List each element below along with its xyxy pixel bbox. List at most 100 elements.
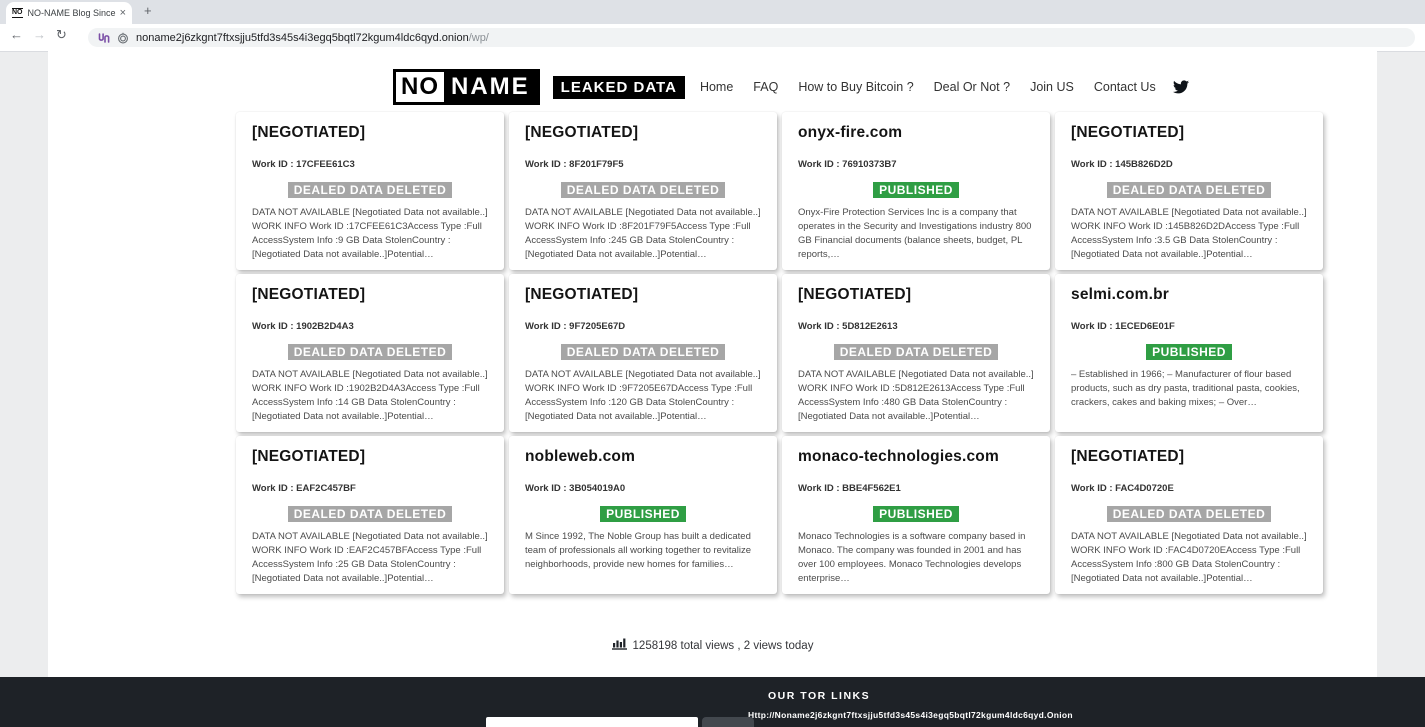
main-nav: Home FAQ How to Buy Bitcoin ? Deal Or No…	[700, 80, 1156, 94]
address-bar[interactable]: noname2j6zkgnt7ftxsjju5tfd3s45s4i3egq5bq…	[88, 28, 1415, 47]
logo-name: NAME	[444, 72, 537, 102]
nav-item-home[interactable]: Home	[700, 80, 733, 94]
status-badge-row: DEALED DATA DELETED	[252, 505, 488, 523]
card-work-id: Work ID : 145B826D2D	[1071, 159, 1307, 170]
status-badge: DEALED DATA DELETED	[288, 182, 453, 198]
status-badge-row: PUBLISHED	[525, 505, 761, 523]
status-badge-row: PUBLISHED	[798, 505, 1034, 523]
twitter-icon[interactable]	[1173, 80, 1189, 94]
forward-icon[interactable]: →	[33, 27, 46, 42]
card-excerpt: Monaco Technologies is a software compan…	[798, 530, 1034, 586]
site-footer: OUR TOR LINKS Http://Noname2j6zkgnt7ftxs…	[0, 677, 1425, 727]
tab-title: NO-NAME Blog Since 2020 – 20	[28, 8, 117, 18]
card-work-id: Work ID : 9F7205E67D	[525, 321, 761, 332]
card-excerpt: DATA NOT AVAILABLE [Negotiated Data not …	[1071, 206, 1307, 262]
close-tab-icon[interactable]: ×	[120, 7, 126, 19]
status-badge-row: DEALED DATA DELETED	[525, 343, 761, 361]
status-badge-row: DEALED DATA DELETED	[252, 343, 488, 361]
card-title: nobleweb.com	[525, 448, 761, 466]
leak-card[interactable]: [NEGOTIATED] Work ID : FAC4D0720E DEALED…	[1055, 436, 1323, 594]
leak-card[interactable]: [NEGOTIATED] Work ID : 9F7205E67D DEALED…	[509, 274, 777, 432]
status-badge: PUBLISHED	[600, 506, 686, 522]
status-badge: DEALED DATA DELETED	[288, 344, 453, 360]
status-badge-row: DEALED DATA DELETED	[525, 181, 761, 199]
card-title: [NEGOTIATED]	[252, 124, 488, 142]
leak-card[interactable]: [NEGOTIATED] Work ID : EAF2C457BF DEALED…	[236, 436, 504, 594]
leaked-data-badge: LEAKED DATA	[553, 76, 685, 99]
site-header: NO NAME LEAKED DATA Home FAQ How to Buy …	[393, 60, 1189, 114]
new-tab-icon[interactable]: +	[144, 3, 152, 18]
nav-item-faq[interactable]: FAQ	[753, 80, 778, 94]
card-title: [NEGOTIATED]	[798, 286, 1034, 304]
status-badge-row: PUBLISHED	[1071, 343, 1307, 361]
leak-card[interactable]: [NEGOTIATED] Work ID : 145B826D2D DEALED…	[1055, 112, 1323, 270]
url-text: noname2j6zkgnt7ftxsjju5tfd3s45s4i3egq5bq…	[136, 32, 489, 44]
back-icon[interactable]: ←	[10, 27, 23, 42]
status-badge-row: DEALED DATA DELETED	[1071, 505, 1307, 523]
onion-site-icon[interactable]	[117, 32, 129, 44]
nav-item-join-us[interactable]: Join US	[1030, 80, 1074, 94]
status-badge-row: DEALED DATA DELETED	[1071, 181, 1307, 199]
footer-input[interactable]	[486, 717, 698, 727]
status-badge-row: DEALED DATA DELETED	[252, 181, 488, 199]
tor-link[interactable]: Http://Noname2j6zkgnt7ftxsjju5tfd3s45s4i…	[748, 710, 1073, 720]
card-title: [NEGOTIATED]	[525, 286, 761, 304]
nav-item-how-to-buy-bitcoin[interactable]: How to Buy Bitcoin ?	[798, 80, 913, 94]
card-work-id: Work ID : 3B054019A0	[525, 483, 761, 494]
card-work-id: Work ID : 76910373B7	[798, 159, 1034, 170]
card-excerpt: DATA NOT AVAILABLE [Negotiated Data not …	[798, 368, 1034, 424]
views-chart-icon	[612, 637, 627, 655]
status-badge: PUBLISHED	[873, 182, 959, 198]
leak-card[interactable]: selmi.com.br Work ID : 1ECED6E01F PUBLIS…	[1055, 274, 1323, 432]
status-badge: DEALED DATA DELETED	[561, 182, 726, 198]
status-badge: PUBLISHED	[873, 506, 959, 522]
card-excerpt: DATA NOT AVAILABLE [Negotiated Data not …	[525, 368, 761, 424]
leak-card[interactable]: monaco-technologies.com Work ID : BBE4F5…	[782, 436, 1050, 594]
tab-strip: NO NO-NAME Blog Since 2020 – 20 × +	[0, 0, 1425, 24]
site-favicon: NO	[12, 8, 23, 18]
card-title: [NEGOTIATED]	[252, 448, 488, 466]
noname-logo[interactable]: NO NAME	[393, 69, 540, 105]
browser-tab[interactable]: NO NO-NAME Blog Since 2020 – 20 ×	[6, 2, 132, 24]
leak-card[interactable]: [NEGOTIATED] Work ID : 1902B2D4A3 DEALED…	[236, 274, 504, 432]
leak-card[interactable]: [NEGOTIATED] Work ID : 17CFEE61C3 DEALED…	[236, 112, 504, 270]
status-badge-row: DEALED DATA DELETED	[798, 343, 1034, 361]
card-excerpt: DATA NOT AVAILABLE [Negotiated Data not …	[252, 530, 488, 586]
url-host: noname2j6zkgnt7ftxsjju5tfd3s45s4i3egq5bq…	[136, 32, 469, 44]
card-work-id: Work ID : EAF2C457BF	[252, 483, 488, 494]
leak-card[interactable]: onyx-fire.com Work ID : 76910373B7 PUBLI…	[782, 112, 1050, 270]
card-excerpt: DATA NOT AVAILABLE [Negotiated Data not …	[252, 206, 488, 262]
status-badge: DEALED DATA DELETED	[288, 506, 453, 522]
url-path: /wp/	[469, 32, 489, 44]
card-work-id: Work ID : 1ECED6E01F	[1071, 321, 1307, 332]
cards-grid: [NEGOTIATED] Work ID : 17CFEE61C3 DEALED…	[236, 112, 1323, 594]
card-work-id: Work ID : 8F201F79F5	[525, 159, 761, 170]
nav-item-deal-or-not[interactable]: Deal Or Not ?	[934, 80, 1010, 94]
card-title: onyx-fire.com	[798, 124, 1034, 142]
card-excerpt: M Since 1992, The Noble Group has built …	[525, 530, 761, 572]
tor-circuit-icon[interactable]	[98, 32, 110, 44]
nav-item-contact-us[interactable]: Contact Us	[1094, 80, 1156, 94]
card-title: [NEGOTIATED]	[1071, 448, 1307, 466]
leak-card[interactable]: [NEGOTIATED] Work ID : 5D812E2613 DEALED…	[782, 274, 1050, 432]
card-work-id: Work ID : FAC4D0720E	[1071, 483, 1307, 494]
logo-no: NO	[396, 72, 444, 102]
leak-card[interactable]: nobleweb.com Work ID : 3B054019A0 PUBLIS…	[509, 436, 777, 594]
card-excerpt: DATA NOT AVAILABLE [Negotiated Data not …	[1071, 530, 1307, 586]
card-excerpt: Onyx-Fire Protection Services Inc is a c…	[798, 206, 1034, 262]
status-badge: DEALED DATA DELETED	[561, 344, 726, 360]
leak-card[interactable]: [NEGOTIATED] Work ID : 8F201F79F5 DEALED…	[509, 112, 777, 270]
reload-icon[interactable]: ↻	[56, 27, 67, 43]
browser-toolbar: ← → ↻ noname2j6zkgnt7ftxsjju5tfd3s45s4i3…	[0, 24, 1425, 51]
card-title: [NEGOTIATED]	[525, 124, 761, 142]
footer-submit-button[interactable]	[702, 717, 754, 727]
card-excerpt: DATA NOT AVAILABLE [Negotiated Data not …	[252, 368, 488, 424]
status-badge: DEALED DATA DELETED	[1107, 506, 1272, 522]
card-title: selmi.com.br	[1071, 286, 1307, 304]
browser-window: NO NO-NAME Blog Since 2020 – 20 × + ← → …	[0, 0, 1425, 727]
card-title: monaco-technologies.com	[798, 448, 1034, 466]
card-work-id: Work ID : 1902B2D4A3	[252, 321, 488, 332]
status-badge: DEALED DATA DELETED	[1107, 182, 1272, 198]
card-title: [NEGOTIATED]	[1071, 124, 1307, 142]
card-work-id: Work ID : BBE4F562E1	[798, 483, 1034, 494]
